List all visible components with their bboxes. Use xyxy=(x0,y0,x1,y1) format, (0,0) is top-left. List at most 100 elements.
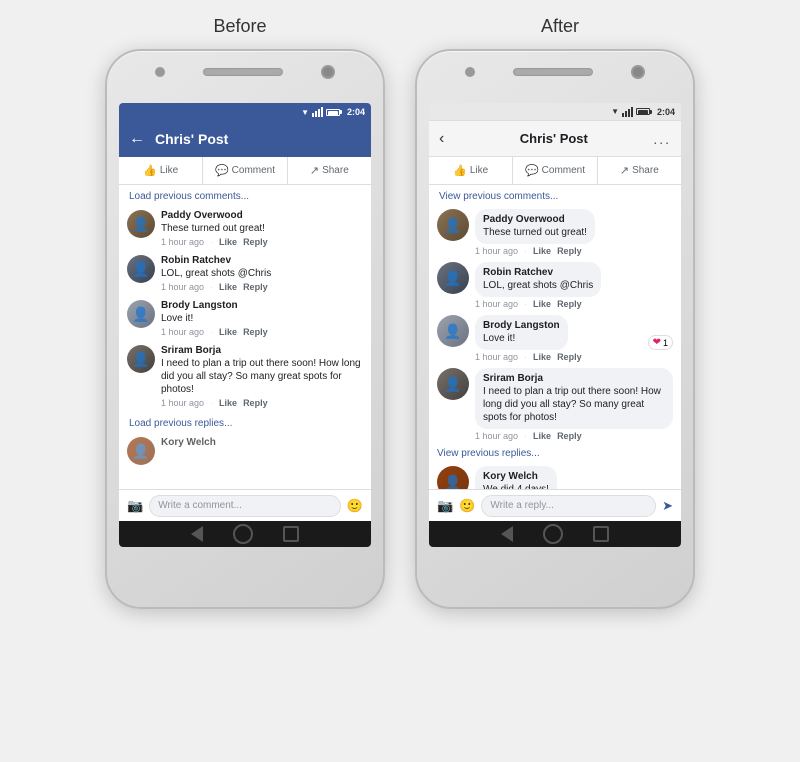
after-comment-3: 👤 Brody Langston Love it! ❤ 1 xyxy=(429,312,681,365)
speaker xyxy=(203,68,283,76)
before-time: 2:04 xyxy=(347,107,365,117)
before-load-previous[interactable]: Load previous comments... xyxy=(119,185,371,206)
speaker-after xyxy=(513,68,593,76)
reaction-badge: ❤ 1 xyxy=(648,335,673,350)
emoji-icon-before[interactable]: 🙂 xyxy=(347,498,363,514)
time-brody-before: 1 hour ago xyxy=(161,327,204,337)
like-sriram-after[interactable]: Like xyxy=(533,431,551,441)
after-phone: ▼ 2:04 xyxy=(415,49,695,609)
before-android-nav xyxy=(119,521,371,547)
after-status-bar: ▼ 2:04 xyxy=(429,103,681,121)
battery-icon xyxy=(326,109,342,116)
camera-icon-before[interactable]: 📷 xyxy=(127,498,143,514)
before-action-bar: 👍 Like 💬 Comment ↗ Share xyxy=(119,157,371,185)
before-phone: ▼ 2:04 xyxy=(105,49,385,609)
share-icon-after: ↗ xyxy=(620,164,629,177)
name-robin-after: Robin Ratchev xyxy=(483,267,593,278)
after-screen: ▼ 2:04 xyxy=(429,103,681,547)
after-label: After xyxy=(430,16,690,37)
status-icons-after: ▼ 2:04 xyxy=(611,107,675,117)
camera xyxy=(321,65,335,79)
avatar-sriram-before: 👤 xyxy=(127,345,155,373)
before-comment-input[interactable]: Write a comment... xyxy=(149,495,341,517)
after-back-arrow[interactable]: ‹ xyxy=(439,130,444,148)
like-paddy-after[interactable]: Like xyxy=(533,246,551,256)
after-android-nav xyxy=(429,521,681,547)
text-robin-after: LOL, great shots @Chris xyxy=(483,279,593,292)
before-comment-3: 👤 Brody Langston Love it! 1 hour ago · L… xyxy=(119,296,371,341)
name-paddy-before: Paddy Overwood xyxy=(161,210,363,221)
after-reply-kory: 👤 Kory Welch We did 4 days! xyxy=(429,463,681,489)
comment-icon-after: 💬 xyxy=(525,164,539,177)
time-robin-before: 1 hour ago xyxy=(161,282,204,292)
before-status-bar: ▼ 2:04 xyxy=(119,103,371,121)
text-brody-before: Love it! xyxy=(161,312,363,325)
text-robin-before: LOL, great shots @Chris xyxy=(161,267,363,280)
time-brody-after: 1 hour ago xyxy=(475,352,518,362)
like-robin-before[interactable]: Like xyxy=(219,282,237,292)
home-button-after[interactable] xyxy=(543,524,563,544)
avatar-robin-after: 👤 xyxy=(437,262,469,294)
reply-paddy-after[interactable]: Reply xyxy=(557,246,582,256)
reply-robin-before[interactable]: Reply xyxy=(243,282,268,292)
recents-button-before[interactable] xyxy=(283,526,299,542)
back-button-before[interactable] xyxy=(191,526,203,542)
reply-sriram-before[interactable]: Reply xyxy=(243,398,268,408)
before-comment-1: 👤 Paddy Overwood These turned out great!… xyxy=(119,206,371,251)
before-partial-comment: 👤 Kory Welch xyxy=(119,433,371,469)
after-more-btn[interactable]: ... xyxy=(653,131,671,147)
like-robin-after[interactable]: Like xyxy=(533,299,551,309)
before-screen: ▼ 2:04 xyxy=(119,103,371,547)
reply-brody-after[interactable]: Reply xyxy=(557,352,582,362)
after-comment-1: 👤 Paddy Overwood These turned out great!… xyxy=(429,206,681,259)
after-share-btn[interactable]: ↗ Share xyxy=(598,157,681,184)
name-sriram-before: Sriram Borja xyxy=(161,345,363,356)
name-kory-before: Kory Welch xyxy=(161,437,363,448)
before-load-replies[interactable]: Load previous replies... xyxy=(119,412,371,433)
after-view-previous[interactable]: View previous comments... xyxy=(429,185,681,206)
time-paddy-after: 1 hour ago xyxy=(475,246,518,256)
reply-brody-before[interactable]: Reply xyxy=(243,327,268,337)
before-phone-top xyxy=(155,65,335,79)
after-phone-top xyxy=(465,65,645,79)
like-brody-before[interactable]: Like xyxy=(219,327,237,337)
recents-button-after[interactable] xyxy=(593,526,609,542)
like-sriram-before[interactable]: Like xyxy=(219,398,237,408)
avatar-paddy-after: 👤 xyxy=(437,209,469,241)
signal-icon xyxy=(312,107,323,117)
like-paddy-before[interactable]: Like xyxy=(219,237,237,247)
before-share-btn[interactable]: ↗ Share xyxy=(288,157,371,184)
avatar-brody-before: 👤 xyxy=(127,300,155,328)
reply-sriram-after[interactable]: Reply xyxy=(557,431,582,441)
before-comment-2: 👤 Robin Ratchev LOL, great shots @Chris … xyxy=(119,251,371,296)
before-like-btn[interactable]: 👍 Like xyxy=(119,157,203,184)
name-brody-after: Brody Langston xyxy=(483,320,560,331)
avatar-kory-before: 👤 xyxy=(127,437,155,465)
back-button-after[interactable] xyxy=(501,526,513,542)
after-input-bar: 📷 🙂 Write a reply... ➤ xyxy=(429,489,681,521)
battery-icon-after xyxy=(636,108,652,115)
time-sriram-after: 1 hour ago xyxy=(475,431,518,441)
after-view-previous-replies[interactable]: View previous replies... xyxy=(429,444,681,463)
before-back-arrow[interactable]: ← xyxy=(129,130,145,148)
before-label: Before xyxy=(110,16,370,37)
share-icon: ↗ xyxy=(310,164,319,177)
before-comment-btn[interactable]: 💬 Comment xyxy=(203,157,287,184)
before-nav-bar: ← Chris' Post xyxy=(119,121,371,157)
home-button-before[interactable] xyxy=(233,524,253,544)
emoji-icon-after[interactable]: 🙂 xyxy=(459,498,475,514)
reply-paddy-before[interactable]: Reply xyxy=(243,237,268,247)
after-like-btn[interactable]: 👍 Like xyxy=(429,157,513,184)
heart-icon: ❤ xyxy=(653,337,661,348)
camera-icon-after[interactable]: 📷 xyxy=(437,498,453,514)
avatar-kory-after: 👤 xyxy=(437,466,469,489)
after-comment-btn[interactable]: 💬 Comment xyxy=(513,157,597,184)
text-sriram-after: I need to plan a trip out there soon! Ho… xyxy=(483,385,665,424)
front-dot xyxy=(155,67,165,77)
send-icon-after[interactable]: ➤ xyxy=(662,498,673,514)
reply-robin-after[interactable]: Reply xyxy=(557,299,582,309)
after-reply-input[interactable]: Write a reply... xyxy=(481,495,656,517)
name-kory-after: Kory Welch xyxy=(483,471,549,482)
time-paddy-before: 1 hour ago xyxy=(161,237,204,247)
like-brody-after[interactable]: Like xyxy=(533,352,551,362)
